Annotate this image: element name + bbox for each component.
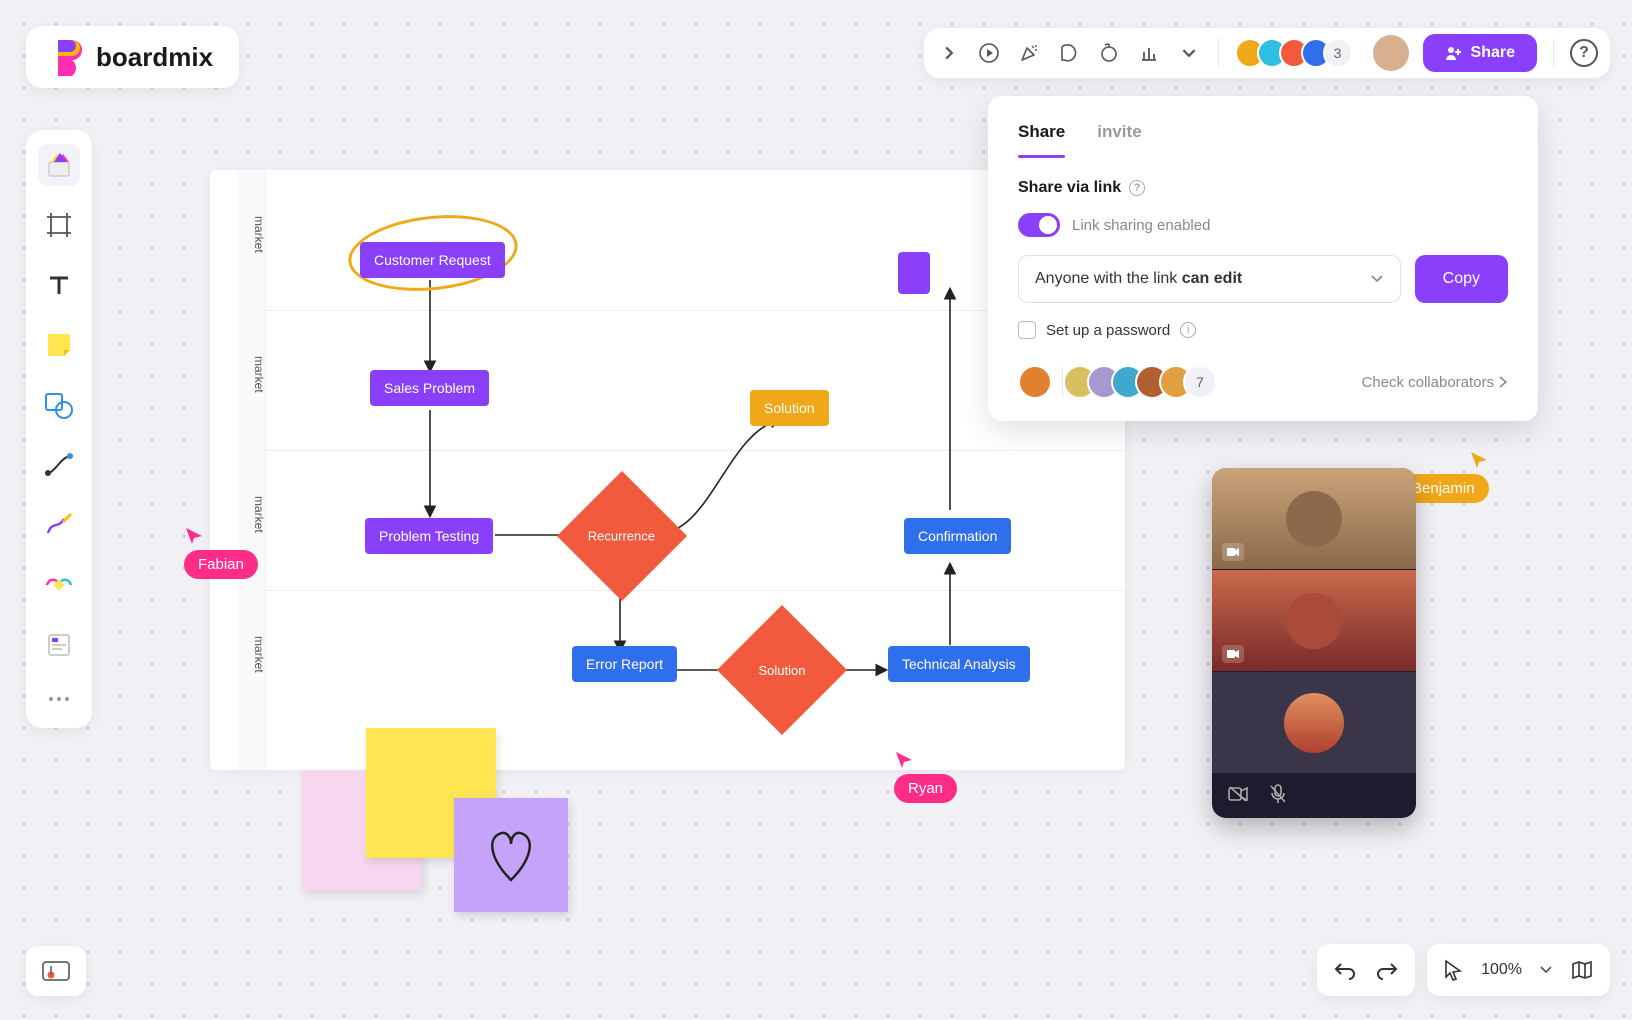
node-customer-request[interactable]: Customer Request	[360, 242, 505, 278]
sticky-note-violet[interactable]	[454, 798, 568, 912]
lane-label: market	[238, 636, 266, 673]
tab-share[interactable]: Share	[1018, 122, 1065, 156]
tool-frame[interactable]	[38, 204, 80, 246]
celebrate-icon[interactable]	[1016, 40, 1042, 66]
undo-button[interactable]	[1333, 960, 1357, 980]
share-panel: Share invite Share via link ? Link shari…	[988, 96, 1538, 421]
logo-icon	[52, 38, 84, 76]
comment-icon[interactable]	[1056, 40, 1082, 66]
zoom-chevron-icon[interactable]	[1540, 964, 1552, 976]
video-call-panel[interactable]	[1212, 468, 1416, 818]
logo-text: boardmix	[96, 42, 213, 73]
zoom-value: 100%	[1481, 961, 1522, 979]
current-user-avatar[interactable]	[1373, 35, 1409, 71]
camera-off-icon[interactable]	[1228, 786, 1248, 807]
tool-templates[interactable]	[38, 144, 80, 186]
map-icon[interactable]	[1570, 959, 1594, 981]
tool-bracket[interactable]	[38, 564, 80, 606]
lane-label: market	[238, 356, 266, 393]
chart-icon[interactable]	[1136, 40, 1162, 66]
tool-shape[interactable]	[38, 384, 80, 426]
password-checkbox[interactable]	[1018, 321, 1036, 339]
copy-link-button[interactable]: Copy	[1415, 255, 1508, 303]
pointer-icon[interactable]	[1443, 959, 1463, 981]
tool-page[interactable]	[38, 624, 80, 666]
collaborator-avatars[interactable]: 3	[1235, 38, 1353, 68]
link-sharing-toggle[interactable]	[1018, 213, 1060, 237]
check-collaborators-link[interactable]: Check collaborators	[1361, 374, 1508, 391]
share-people-icon	[1445, 44, 1463, 62]
node-technical-analysis[interactable]: Technical Analysis	[888, 646, 1030, 682]
node-recurrence[interactable]: Recurrence	[557, 471, 687, 601]
toggle-label: Link sharing enabled	[1072, 217, 1210, 234]
video-controls	[1212, 774, 1416, 818]
cursor-icon	[1469, 450, 1489, 470]
chevron-right-icon	[1498, 376, 1508, 388]
tool-sticky[interactable]	[38, 324, 80, 366]
tool-text[interactable]	[38, 264, 80, 306]
node-error-report[interactable]: Error Report	[572, 646, 677, 682]
redo-button[interactable]	[1375, 960, 1399, 980]
camera-icon	[1222, 543, 1244, 561]
video-tile[interactable]	[1212, 468, 1416, 570]
help-icon[interactable]: ?	[1570, 39, 1598, 67]
cursor-icon	[894, 750, 914, 770]
chevron-right-icon[interactable]	[936, 40, 962, 66]
bottom-controls: 100%	[1317, 944, 1610, 996]
avatar-overflow-count: 3	[1323, 38, 1353, 68]
chevron-down-icon[interactable]	[1176, 40, 1202, 66]
info-icon[interactable]: i	[1180, 322, 1196, 338]
permission-select[interactable]: Anyone with the link can edit	[1018, 255, 1401, 303]
video-tile[interactable]	[1212, 672, 1416, 774]
password-label: Set up a password	[1046, 322, 1170, 339]
video-tile[interactable]	[1212, 570, 1416, 672]
node-hidden[interactable]	[898, 252, 930, 294]
node-solution2[interactable]: Solution	[717, 605, 847, 735]
tool-more[interactable]	[38, 684, 80, 714]
tool-sidebar	[26, 130, 92, 728]
info-icon[interactable]: ?	[1129, 180, 1145, 196]
share-button[interactable]: Share	[1423, 34, 1537, 72]
cursor-ryan: Ryan	[894, 750, 957, 803]
chevron-down-icon	[1370, 272, 1384, 286]
cursor-fabian: Fabian	[184, 526, 258, 579]
timer-icon[interactable]	[1096, 40, 1122, 66]
collab-count: 7	[1183, 365, 1217, 399]
tool-pen[interactable]	[38, 504, 80, 546]
heart-sketch-icon	[481, 820, 541, 890]
camera-icon	[1222, 645, 1244, 663]
app-logo-card[interactable]: boardmix	[26, 26, 239, 88]
tool-connector[interactable]	[38, 444, 80, 486]
collaborator-list[interactable]: 7	[1018, 365, 1217, 399]
mic-off-icon[interactable]	[1270, 784, 1286, 809]
node-problem-testing[interactable]: Problem Testing	[365, 518, 493, 554]
cursor-icon	[184, 526, 204, 546]
node-solution[interactable]: Solution	[750, 390, 829, 426]
lane-label: market	[238, 216, 266, 253]
node-sales-problem[interactable]: Sales Problem	[370, 370, 489, 406]
minimap-button[interactable]	[26, 946, 86, 996]
play-icon[interactable]	[976, 40, 1002, 66]
top-toolbar: 3 Share ?	[924, 28, 1610, 78]
share-subhead: Share via link ?	[1018, 179, 1508, 197]
node-confirmation[interactable]: Confirmation	[904, 518, 1011, 554]
tab-invite[interactable]: invite	[1097, 122, 1141, 156]
